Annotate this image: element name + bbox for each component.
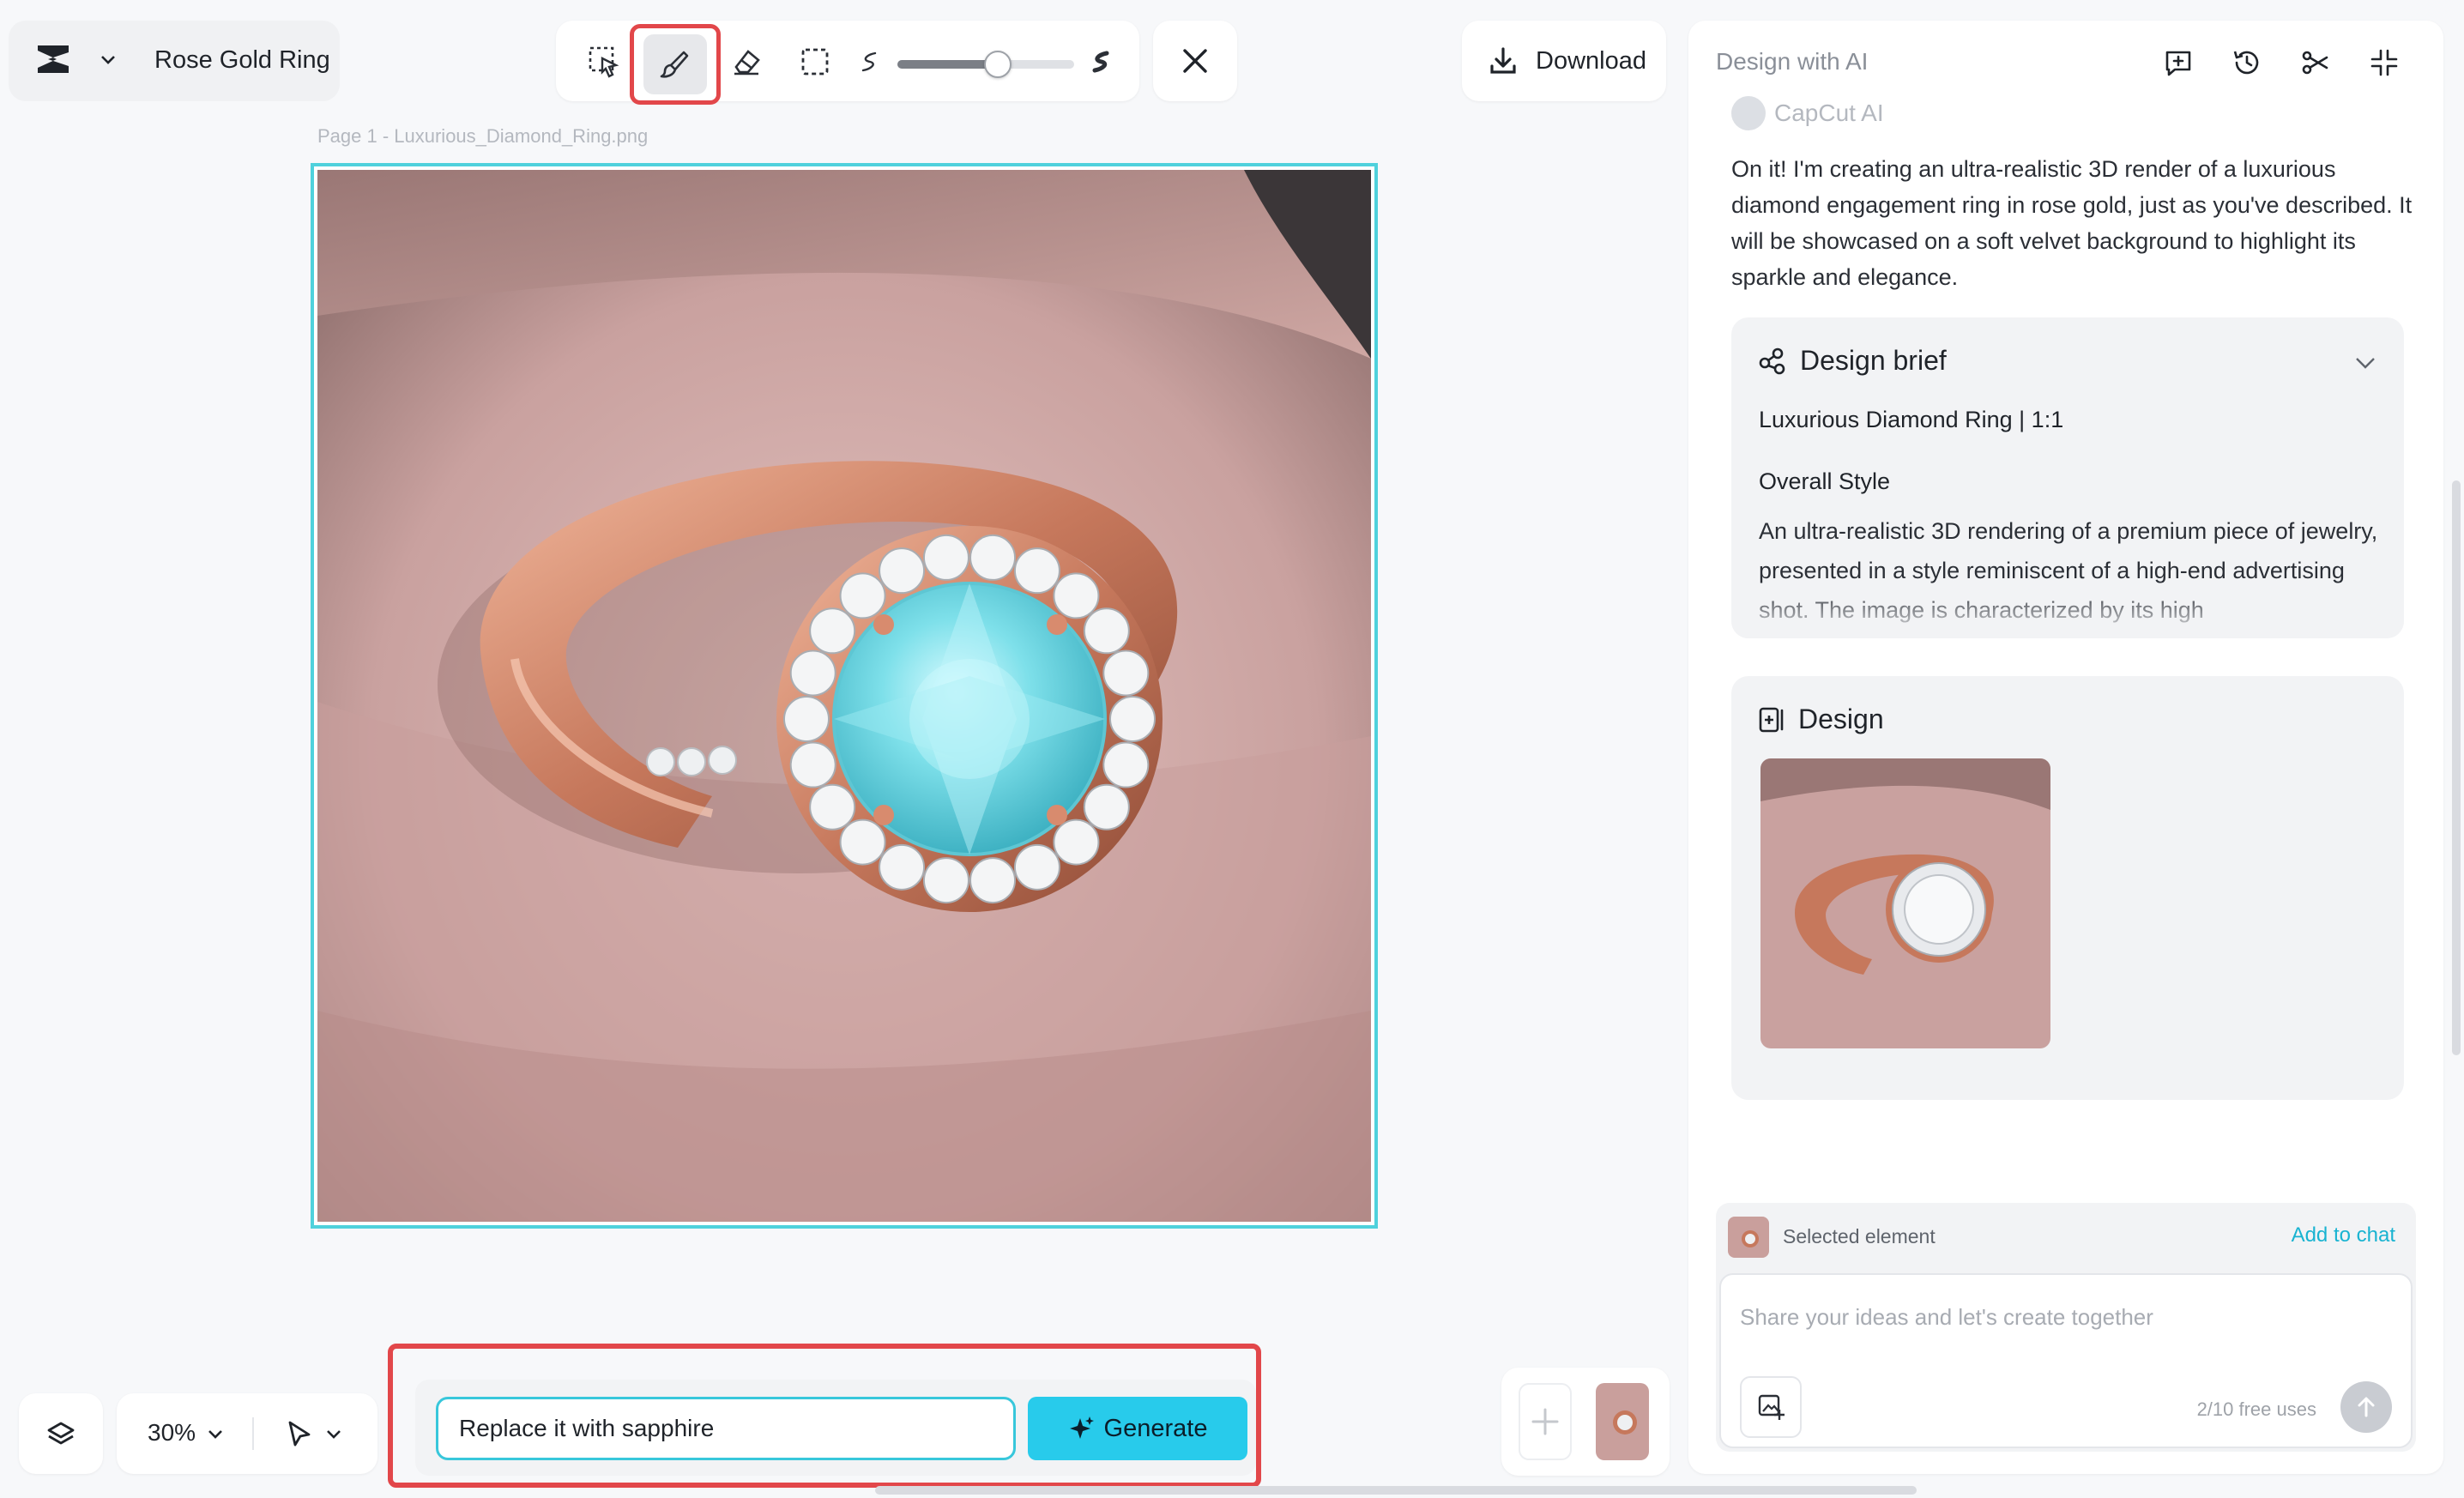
halo-stone (969, 534, 1017, 581)
project-menu[interactable]: Rose Gold Ring (9, 21, 340, 101)
add-image-icon (1758, 1394, 1785, 1420)
design-title: Design (1798, 704, 1884, 734)
history-icon[interactable] (2227, 43, 2267, 82)
project-title: Rose Gold Ring (154, 46, 330, 74)
design-brief-header: Design brief (1757, 345, 1947, 377)
halo-stone (879, 547, 926, 595)
halo-stone (839, 572, 886, 619)
halo-stone (879, 843, 926, 891)
assistant-name: CapCut AI (1774, 100, 1884, 126)
assistant-header: CapCut AI (1731, 96, 1884, 130)
download-icon (1488, 45, 1519, 76)
plus-icon (1531, 1408, 1559, 1435)
halo-stone (1013, 547, 1060, 595)
design-result-thumbnail[interactable] (1760, 758, 2050, 1048)
zoom-chevron-down-icon[interactable] (206, 1424, 225, 1443)
marquee-tool[interactable] (793, 39, 837, 84)
assistant-message: On it! I'm creating an ultra-realistic 3… (1731, 156, 2413, 290)
brush-size-small-icon (848, 39, 892, 84)
horizontal-scrollbar[interactable] (875, 1486, 1917, 1495)
chat-composer: Selected element Add to chat Share your … (1716, 1203, 2416, 1452)
halo-stone (789, 649, 836, 697)
capcut-logo-icon (34, 42, 72, 76)
halo-stone (809, 783, 856, 831)
halo-stone (809, 607, 856, 655)
download-label: Download (1536, 46, 1646, 75)
panel-title: Design with AI (1716, 48, 1869, 75)
halo-stone (922, 534, 969, 581)
pages-strip (1501, 1368, 1670, 1476)
new-chat-icon[interactable] (2159, 43, 2198, 82)
halo-stone (1053, 572, 1100, 619)
selected-element-label: Selected element (1783, 1225, 1936, 1247)
zoom-divider (252, 1417, 254, 1450)
brush-size-fill (897, 60, 999, 69)
collapse-icon[interactable] (2364, 43, 2404, 82)
selected-element-thumbnail (1728, 1217, 1769, 1258)
halo-stone (783, 696, 830, 742)
design-header: Design (1757, 704, 1884, 735)
free-uses-count: 2/10 free uses (2196, 1398, 2316, 1420)
chat-placeholder: Share your ideas and let's create togeth… (1740, 1304, 2153, 1330)
brush-size-slider[interactable] (897, 51, 1074, 78)
zoom-controls: 30% (117, 1393, 377, 1474)
halo-stone (1102, 649, 1150, 697)
brief-fade (1731, 587, 2404, 638)
halo-stone (1109, 696, 1156, 742)
prompt-highlight (388, 1344, 1261, 1488)
marquee-icon (801, 48, 829, 76)
eraser-tool[interactable] (724, 39, 769, 84)
brief-chevron-down-icon[interactable] (2352, 350, 2378, 376)
halo-stone (1083, 607, 1130, 655)
design-icon (1757, 705, 1786, 734)
design-brief-card[interactable]: Design brief Luxurious Diamond Ring | 1:… (1731, 317, 2404, 638)
design-with-ai-panel: Design with AI CapCut AI On it! I'm crea… (1688, 21, 2443, 1474)
halo-stone (1083, 783, 1130, 831)
canvas-image-selection[interactable] (311, 163, 1378, 1229)
zoom-level[interactable]: 30% (148, 1419, 196, 1447)
halo-stone (1102, 741, 1150, 788)
vertical-scrollbar[interactable] (2452, 480, 2461, 1055)
add-to-chat-link[interactable]: Add to chat (2292, 1223, 2395, 1247)
arrow-up-icon (2358, 1397, 2375, 1417)
brush-size-handle[interactable] (984, 51, 1012, 78)
share-icon[interactable] (2296, 43, 2335, 82)
send-button[interactable] (2340, 1381, 2392, 1433)
eraser-icon (734, 50, 760, 76)
page-thumbnail[interactable] (1596, 1383, 1649, 1460)
chevron-down-icon (98, 49, 118, 69)
design-brief-icon (1757, 346, 1788, 377)
layers-icon (44, 1416, 78, 1451)
halo-stone (789, 741, 836, 788)
download-button[interactable]: Download (1462, 21, 1666, 101)
halo-stone (1053, 818, 1100, 866)
halo-stone (1013, 843, 1060, 891)
design-card: Design (1731, 676, 2404, 1100)
close-edit-button[interactable] (1153, 21, 1237, 101)
pointer-chevron-down-icon[interactable] (324, 1424, 343, 1443)
design-brief-title: Design brief (1800, 345, 1947, 376)
select-area-tool[interactable] (582, 39, 626, 84)
halo-stone (969, 857, 1017, 904)
brief-subtitle: Luxurious Diamond Ring | 1:1 (1759, 407, 2064, 432)
brush-size-large-icon (1079, 39, 1124, 84)
select-area-icon (589, 46, 619, 78)
layers-button[interactable] (19, 1393, 103, 1474)
halo-stone (922, 857, 969, 904)
brush-tool-highlight (630, 24, 721, 105)
ring-image[interactable] (317, 170, 1371, 1222)
pointer-tool-icon[interactable] (285, 1419, 314, 1448)
attach-image-button[interactable] (1740, 1376, 1802, 1438)
chat-input[interactable]: Share your ideas and let's create togeth… (1719, 1273, 2413, 1448)
page-label: Page 1 - Luxurious_Diamond_Ring.png (317, 125, 649, 147)
add-page-button[interactable] (1519, 1383, 1572, 1460)
assistant-avatar (1731, 96, 1766, 130)
halo-stone (839, 818, 886, 866)
brief-section-title: Overall Style (1759, 468, 1891, 494)
close-icon (1178, 44, 1212, 78)
